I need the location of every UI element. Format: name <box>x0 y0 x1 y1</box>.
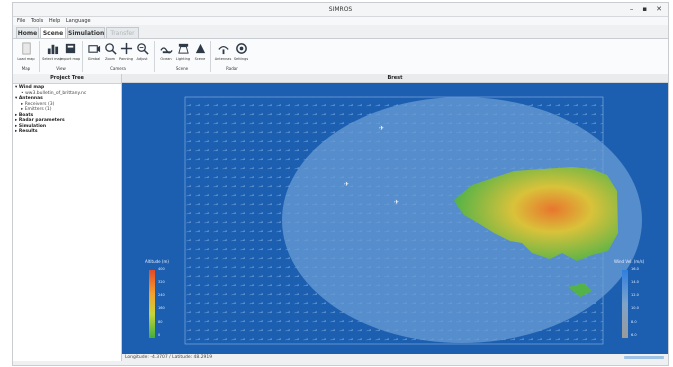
tab-transfer[interactable]: Transfer <box>106 27 139 38</box>
receiver-antenna-icon[interactable]: ✈ <box>344 181 349 188</box>
group-divider <box>39 41 40 72</box>
altitude-legend-tick: 320 <box>158 280 165 284</box>
settings-button[interactable]: Settings <box>230 42 252 64</box>
map-icon <box>65 43 75 54</box>
coordinate-readout: Longitude: -4.3707 / Latitude: 48.2919 <box>125 355 213 360</box>
lighting-icon <box>177 43 189 54</box>
load-map-button[interactable]: Load map <box>15 42 37 64</box>
menu-file[interactable]: File <box>17 18 25 24</box>
zoom-fit-icon <box>136 43 149 55</box>
menu-tools[interactable]: Tools <box>31 18 43 24</box>
project-tree-panel: Project Tree ▾ Wind map • ww3.bulletin_o… <box>13 74 122 361</box>
ribbon-tabs: Home Scene Simulation Transfer <box>13 25 668 39</box>
import-map-button[interactable]: Import map <box>59 42 81 64</box>
adjust-button[interactable]: Adjust <box>131 42 153 64</box>
bar-chart-icon <box>47 44 58 55</box>
gear-icon <box>235 43 247 54</box>
maximize-button[interactable]: ▪ <box>642 5 647 13</box>
group-divider <box>210 41 211 72</box>
receiver-antenna-icon[interactable]: ✈ <box>379 125 384 132</box>
project-tree-title: Project Tree <box>13 74 121 84</box>
group-label-scene: Scene <box>175 66 189 71</box>
ribbon-toolbar: Load map Map Select map Import map View … <box>13 38 668 75</box>
wind-legend-title: Wind Vel. (m/s) <box>614 259 645 264</box>
group-label-map: Map <box>21 66 31 71</box>
menu-bar: File Tools Help Language <box>13 17 668 25</box>
menu-language[interactable]: Language <box>66 18 91 24</box>
wind-legend-tick: 8.0 <box>631 320 637 324</box>
menu-help[interactable]: Help <box>49 18 60 24</box>
wind-legend-tick: 12.0 <box>631 293 639 297</box>
altitude-legend-title: Altitude (m) <box>145 259 169 264</box>
minimize-button[interactable]: – <box>630 5 634 13</box>
close-button[interactable]: ✕ <box>656 5 662 13</box>
wind-legend-tick: 16.0 <box>631 267 639 271</box>
document-icon <box>21 42 31 55</box>
antenna-icon <box>217 46 229 55</box>
tab-simulation[interactable]: Simulation <box>67 27 105 38</box>
emitter-antenna-icon[interactable]: ✈ <box>394 199 399 206</box>
wind-legend-tick: 14.0 <box>631 280 639 284</box>
project-tree: ▾ Wind map • ww3.bulletin_of_brittany.nc… <box>13 84 121 135</box>
map-canvas <box>149 96 642 345</box>
altitude-legend-tick: 400 <box>158 267 165 271</box>
tree-item-results[interactable]: ▸ Results <box>15 129 121 135</box>
altitude-legend-tick: 0 <box>158 333 161 337</box>
wind-legend-tick: 10.0 <box>631 306 639 310</box>
wind-color-bar <box>622 270 628 338</box>
horizontal-scrollbar[interactable] <box>624 356 664 359</box>
group-label-camera: Camera <box>110 66 126 71</box>
altitude-legend-tick: 80 <box>158 320 163 324</box>
title-bar: SIMROS – ▪ ✕ <box>13 3 668 17</box>
altitude-legend-tick: 240 <box>158 293 165 297</box>
altitude-legend-tick: 160 <box>158 306 165 310</box>
status-bar: Longitude: -4.3707 / Latitude: 48.2919 <box>122 354 668 362</box>
scene-icon <box>195 43 205 54</box>
group-label-radar: Radar <box>226 66 238 71</box>
map-view[interactable]: ✈ ✈ ✈ Altitude (m) 400 320 240 160 80 0 … <box>122 83 668 354</box>
altitude-color-bar <box>149 270 155 338</box>
view-title: Brest <box>122 74 668 83</box>
group-label-view: View <box>56 66 66 71</box>
ocean-icon <box>159 47 173 54</box>
tab-home[interactable]: Home <box>16 27 39 38</box>
scene-button[interactable]: Scene <box>189 42 211 64</box>
app-window: SIMROS – ▪ ✕ File Tools Help Language Ho… <box>12 2 669 366</box>
wind-legend-tick: 6.0 <box>631 333 637 337</box>
window-title: SIMROS <box>328 6 353 13</box>
